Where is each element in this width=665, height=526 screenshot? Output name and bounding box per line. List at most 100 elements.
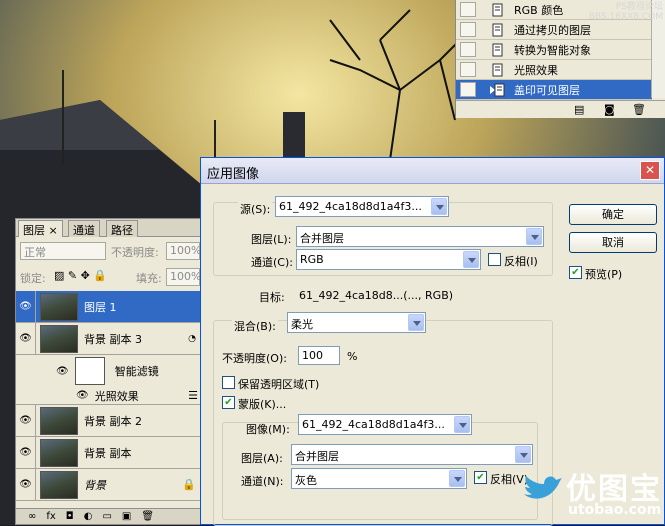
history-checkbox[interactable]	[460, 82, 476, 97]
layer-row[interactable]: 👁 智能滤镜	[16, 355, 202, 387]
blend-select[interactable]: 柔光	[287, 312, 426, 333]
fill-label: 填充:	[136, 272, 162, 285]
mask-channel-select[interactable]: 灰色	[291, 468, 467, 489]
trash-icon[interactable]: 🗑	[632, 103, 646, 116]
layer-thumbnail	[40, 470, 78, 499]
history-state-icon	[490, 82, 506, 98]
layer-value: 合并图层	[300, 232, 344, 245]
lock-icon: 🔒	[182, 478, 196, 491]
tab-channels[interactable]: 通道	[68, 220, 100, 237]
target-label: 目标:	[259, 291, 285, 304]
filter-mask-thumbnail	[74, 357, 105, 385]
eye-icon[interactable]	[16, 355, 36, 387]
layers-tabs: 图层 × 通道 路径	[16, 219, 202, 237]
opacity-input[interactable]: 100	[298, 346, 340, 365]
eye-icon[interactable]: 👁	[16, 404, 36, 437]
lock-icons[interactable]: ▨ ✎ ✥ 🔒	[54, 269, 107, 282]
eye-icon[interactable]: 👁	[16, 322, 36, 355]
history-item[interactable]: 转换为智能对象	[456, 40, 652, 60]
chevron-down-icon	[463, 251, 479, 268]
layer-row[interactable]: 👁 背景 副本 3 ◔	[16, 322, 202, 355]
source-select[interactable]: 61_492_4ca18d8d1a4f3...	[275, 196, 449, 217]
eye-icon[interactable]: 👁	[16, 290, 36, 323]
history-checkbox[interactable]	[460, 22, 476, 37]
link-icon[interactable]: ∞	[28, 511, 36, 522]
preview-checkbox[interactable]: ✔	[569, 266, 582, 279]
history-item-label: RGB 颜色	[514, 3, 564, 17]
eye-icon[interactable]: 👁	[76, 390, 89, 401]
image-select[interactable]: 61_492_4ca18d8d1a4f3...	[298, 414, 472, 435]
blend-mode-select[interactable]: 正常	[20, 242, 106, 260]
close-button[interactable]: ✕	[640, 161, 660, 180]
layer-row[interactable]: 👁 图层 1	[16, 290, 202, 323]
layer-name: 背景 副本 2	[84, 414, 142, 428]
source-value: 61_492_4ca18d8d1a4f3...	[279, 200, 422, 213]
mask-icon[interactable]: ◘	[66, 511, 74, 522]
trash-icon[interactable]: 🗑	[141, 511, 154, 522]
history-checkbox[interactable]	[460, 2, 476, 17]
mask-channel-value: 灰色	[295, 474, 317, 487]
new-layer-icon[interactable]: ▣	[122, 511, 131, 522]
eye-icon[interactable]: 👁	[56, 366, 69, 377]
history-item[interactable]: 光照效果	[456, 60, 652, 80]
blend-value: 柔光	[291, 318, 313, 331]
mask-checkbox[interactable]: ✔	[222, 396, 235, 409]
layer-thumbnail	[40, 438, 78, 467]
ok-button[interactable]: 确定	[569, 204, 657, 225]
layer-row[interactable]: 👁 背景 副本	[16, 436, 202, 469]
chevron-down-icon	[449, 470, 465, 487]
history-checkbox[interactable]	[460, 42, 476, 57]
cancel-button[interactable]: 取消	[569, 232, 657, 253]
layers-panel: 图层 × 通道 路径 正常 不透明度: 100% 锁定: ▨ ✎ ✥ 🔒 填充:…	[15, 218, 202, 525]
bird-icon	[524, 476, 562, 499]
history-item-label: 光照效果	[514, 63, 558, 77]
layer-thumbnail	[40, 292, 78, 321]
layer-label: 图层(L):	[251, 233, 292, 246]
snapshot-icon[interactable]: ◙	[604, 103, 615, 116]
tab-label: 图层	[23, 224, 45, 237]
layer-row[interactable]: 👁 背景 副本 2	[16, 404, 202, 437]
channel-label: 通道(C):	[251, 256, 293, 269]
image-label: 图像(M):	[246, 423, 290, 436]
blend-label: 混合(B):	[232, 318, 278, 334]
tab-paths[interactable]: 路径	[106, 220, 138, 237]
layer-name: 背景	[84, 478, 106, 492]
channel-select[interactable]: RGB	[296, 249, 481, 270]
group-icon[interactable]: ▭	[102, 511, 111, 522]
invert-checkbox[interactable]	[488, 253, 501, 266]
history-item[interactable]: 通过拷贝的图层	[456, 20, 652, 40]
filter-options-icon[interactable]: ☰	[188, 389, 198, 402]
mask-layer-select[interactable]: 合并图层	[291, 444, 533, 465]
preserve-transparency-label: 保留透明区域(T)	[238, 378, 320, 391]
smart-object-icon: ◔	[188, 333, 196, 344]
history-item-label: 转换为智能对象	[514, 43, 591, 57]
opacity-label: 不透明度:	[111, 246, 159, 259]
brand-url: utobao.com	[568, 502, 662, 518]
dialog-title: 应用图像	[207, 167, 260, 182]
chevron-down-icon	[526, 228, 542, 245]
tab-layers[interactable]: 图层 ×	[18, 220, 63, 237]
blend-mode-value: 正常	[24, 246, 46, 259]
filter-row[interactable]: 👁 光照效果 ☰	[16, 387, 202, 405]
channel-value: RGB	[300, 253, 324, 266]
adjustment-icon[interactable]: ◐	[84, 511, 93, 522]
opacity-input[interactable]: 100%	[166, 242, 201, 260]
eye-icon[interactable]: 👁	[16, 436, 36, 469]
layer-row[interactable]: 👁 背景 🔒	[16, 468, 202, 501]
opacity-unit: %	[347, 350, 358, 363]
eye-icon[interactable]: 👁	[16, 468, 36, 501]
invert-label: 反相(I)	[504, 255, 538, 268]
filter-name: 光照效果	[94, 389, 139, 403]
layer-select[interactable]: 合并图层	[296, 226, 544, 247]
mask-layer-value: 合并图层	[295, 450, 339, 463]
history-item-label: 通过拷贝的图层	[514, 23, 591, 37]
history-checkbox[interactable]	[460, 62, 476, 77]
new-document-icon[interactable]: ▤	[574, 103, 584, 116]
mask-invert-checkbox[interactable]: ✔	[474, 471, 487, 484]
preserve-transparency-checkbox[interactable]	[222, 376, 235, 389]
fx-icon[interactable]: fx	[46, 511, 55, 522]
history-state-icon	[490, 22, 506, 38]
history-item-selected[interactable]: 盖印可见图层	[456, 80, 652, 100]
watermark-sub: BBS.16XX8.COM	[588, 12, 663, 22]
fill-input[interactable]: 100%	[166, 268, 201, 286]
